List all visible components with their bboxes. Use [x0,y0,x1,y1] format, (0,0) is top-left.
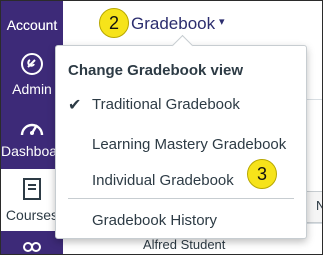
courses-book-icon [23,178,41,200]
menu-item-learning-mastery-gradebook[interactable]: Learning Mastery Gradebook [56,130,306,160]
nav-item-groups[interactable] [1,233,63,254]
nav-label-courses: Courses [5,207,59,223]
menu-item-gradebook-history[interactable]: Gradebook History [56,206,306,236]
menu-item-label: Gradebook History [92,212,218,229]
admin-shield-icon [21,53,43,75]
nav-label-dashboard: Dashboard [1,143,70,159]
nav-item-admin[interactable]: Admin [1,45,63,101]
menu-heading: Change Gradebook view [68,62,244,79]
nav-label-account-text: Account [6,17,58,33]
student-name[interactable]: Alfred Student [143,237,225,252]
step-badge-2: 2 [99,8,129,38]
column-letter: N [316,198,322,213]
nav-label-admin: Admin [12,81,52,97]
app-frame: Account Admin Dashboard Courses Gradeboo… [0,0,323,255]
menu-divider [68,198,294,199]
menu-item-traditional-gradebook[interactable]: ✔ Traditional Gradebook [56,90,306,120]
menu-item-label: Traditional Gradebook [92,96,240,113]
menu-item-label: Learning Mastery Gradebook [92,136,287,153]
grid-column-header: N [305,191,322,223]
nav-item-courses[interactable]: Courses [1,169,63,231]
change-gradebook-view-menu: Change Gradebook view ✔ Traditional Grad… [55,45,307,239]
nav-item-dashboard[interactable]: Dashboard [1,109,70,167]
global-nav: Account Admin Dashboard Courses [1,1,70,254]
menu-item-label: Individual Gradebook [92,172,234,189]
dashboard-gauge-icon [20,123,44,136]
gradebook-view-menu-button[interactable]: Gradebook [131,14,215,34]
checkmark-icon: ✔ [68,97,82,114]
chevron-down-icon[interactable]: ▾ [219,15,225,28]
groups-icon [23,242,41,252]
step-badge-3: 3 [247,159,277,189]
